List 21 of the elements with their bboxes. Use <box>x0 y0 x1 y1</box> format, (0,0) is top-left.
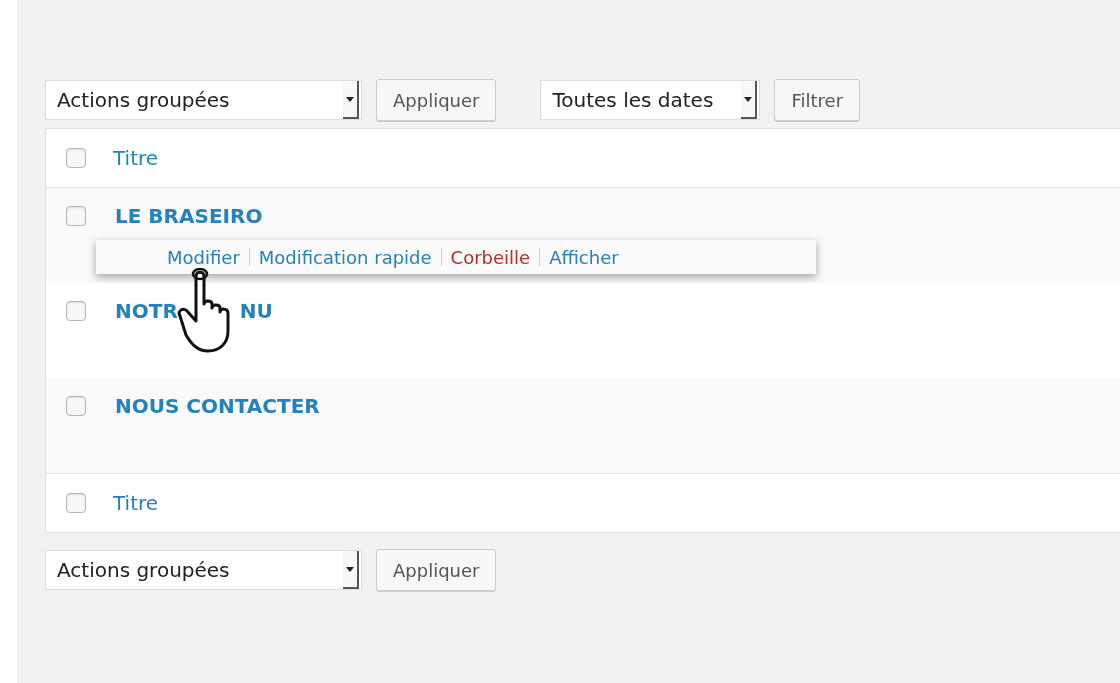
row-checkbox[interactable] <box>66 206 86 226</box>
row-action-link[interactable]: Modifier <box>167 246 240 268</box>
select-all-checkbox[interactable] <box>66 148 86 168</box>
title-column-header[interactable]: Titre <box>113 491 159 515</box>
post-title-link[interactable]: NU <box>239 299 273 323</box>
bulk-actions-select[interactable]: Actions groupées <box>45 550 362 590</box>
row-action-link[interactable]: Corbeille <box>450 246 531 268</box>
date-filter-select[interactable]: Toutes les dates <box>540 80 761 120</box>
post-title-link[interactable]: LE BRASEIRO <box>115 204 263 228</box>
filter-button[interactable]: Filtrer <box>774 79 861 121</box>
select-all-checkbox[interactable] <box>66 493 86 513</box>
bulk-actions-select[interactable]: Actions groupées <box>45 80 362 120</box>
row-action-link[interactable]: Afficher <box>549 246 619 268</box>
apply-button[interactable]: Appliquer <box>376 549 497 591</box>
row-checkbox[interactable] <box>66 396 86 416</box>
row-checkbox[interactable] <box>66 301 86 321</box>
post-title-link[interactable]: NOTR <box>115 299 178 323</box>
row-action-link[interactable]: Modification rapide <box>258 246 432 268</box>
post-title-link[interactable]: NOUS CONTACTER <box>115 394 320 418</box>
apply-button[interactable]: Appliquer <box>376 79 497 121</box>
title-column-header[interactable]: Titre <box>113 146 159 170</box>
